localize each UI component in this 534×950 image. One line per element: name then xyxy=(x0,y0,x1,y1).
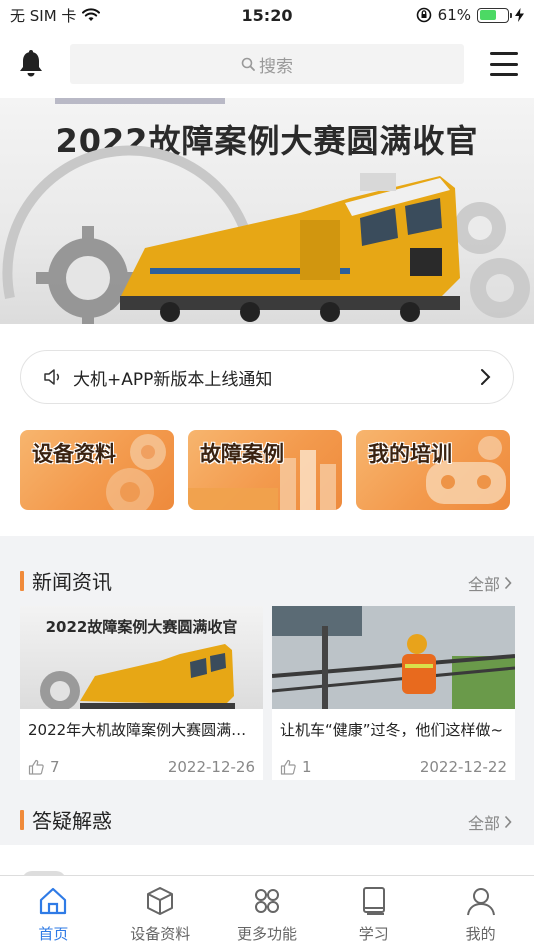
tab-label: 首页 xyxy=(38,925,69,943)
notice-bar[interactable]: 大机+APP新版本上线通知 xyxy=(20,350,514,404)
news-title: 2022年大机故障案例大赛圆满… xyxy=(28,721,247,739)
like-count: 7 xyxy=(50,758,60,776)
quick-entry-label: 故障案例 xyxy=(200,442,284,466)
news-date: 2022-12-22 xyxy=(419,758,507,776)
bottom-tab-bar: 首页 设备资料 更多功能 学习 我的 xyxy=(0,875,534,950)
notice-text: 大机+APP新版本上线通知 xyxy=(73,369,273,390)
chevron-right-icon xyxy=(504,576,512,590)
news-meta: 1 2022-12-22 xyxy=(280,758,507,776)
wifi-icon xyxy=(82,8,101,21)
news-section-title: 新闻资讯 xyxy=(20,566,112,595)
search-placeholder: 搜索 xyxy=(259,56,293,77)
tab-label: 我的 xyxy=(465,925,496,943)
quick-entry-label: 设备资料 xyxy=(32,442,116,466)
news-more-link[interactable]: 全部 xyxy=(468,571,512,595)
search-icon xyxy=(241,57,255,71)
thumbs-up-icon xyxy=(280,759,296,775)
cube-icon xyxy=(147,887,174,915)
grid-icon xyxy=(254,889,279,913)
search-input[interactable]: 搜索 xyxy=(70,44,464,84)
news-thumbnail: 2022故障案例大赛圆满收官 xyxy=(20,606,263,709)
quick-entry-fault-cases[interactable]: 故障案例 xyxy=(188,430,342,510)
news-card[interactable]: 2022故障案例大赛圆满收官 2022年大机故障案例大赛圆满… 7 2022-1… xyxy=(20,606,263,780)
section-accent-bar xyxy=(20,570,24,591)
qa-list xyxy=(0,845,534,881)
news-more-label: 全部 xyxy=(467,575,500,594)
carrier-label: 无 SIM 卡 xyxy=(10,6,77,25)
quick-entry-my-training[interactable]: 我的培训 xyxy=(356,430,510,510)
status-time: 15:20 xyxy=(241,5,293,25)
tab-device-docs[interactable]: 设备资料 xyxy=(107,876,214,950)
battery-fill xyxy=(479,10,496,20)
user-icon xyxy=(466,888,495,916)
news-meta: 7 2022-12-26 xyxy=(28,758,255,776)
news-title: 让机车“健康”过冬，他们这样做~ xyxy=(280,721,504,739)
tab-label: 设备资料 xyxy=(130,925,191,943)
tab-mine[interactable]: 我的 xyxy=(427,876,534,950)
header: 搜索 xyxy=(0,30,534,98)
orientation-lock-icon xyxy=(416,7,431,23)
qa-section-title: 答疑解惑 xyxy=(20,805,112,834)
status-bar: 无 SIM 卡 15:20 61% xyxy=(0,0,534,30)
news-date: 2022-12-26 xyxy=(167,758,255,776)
battery-percent: 61% xyxy=(437,6,471,24)
like-count: 1 xyxy=(302,758,312,776)
charging-bolt-icon xyxy=(515,8,524,22)
book-icon xyxy=(362,887,385,915)
tab-study[interactable]: 学习 xyxy=(320,876,427,950)
battery-icon xyxy=(477,7,512,23)
like-counter[interactable]: 7 xyxy=(28,758,60,776)
quick-entry-device-docs[interactable]: 设备资料 xyxy=(20,430,174,510)
banner-carousel[interactable]: 2022故障案例大赛圆满收官 xyxy=(0,98,534,324)
status-right: 61% xyxy=(324,6,524,24)
banner-illustration xyxy=(2,145,530,324)
menu-icon[interactable] xyxy=(490,52,518,76)
tab-home[interactable]: 首页 xyxy=(0,876,107,950)
section-accent-bar xyxy=(20,809,24,830)
news-section-label: 新闻资讯 xyxy=(32,570,112,594)
notification-bell-icon[interactable] xyxy=(16,49,46,79)
tab-label: 学习 xyxy=(358,925,389,943)
speaker-icon xyxy=(44,369,60,385)
quick-entry-label: 我的培训 xyxy=(368,442,452,466)
chevron-right-icon xyxy=(504,815,512,829)
like-counter[interactable]: 1 xyxy=(280,758,312,776)
qa-section-label: 答疑解惑 xyxy=(32,809,112,833)
news-card[interactable]: 让机车“健康”过冬，他们这样做~ 1 2022-12-22 xyxy=(272,606,515,780)
news-thumbnail xyxy=(272,606,515,709)
tab-more-functions[interactable]: 更多功能 xyxy=(214,876,321,950)
status-left: 无 SIM 卡 xyxy=(10,5,210,26)
qa-more-label: 全部 xyxy=(467,814,500,833)
tab-label: 更多功能 xyxy=(236,925,297,943)
qa-more-link[interactable]: 全部 xyxy=(468,810,512,834)
thumbs-up-icon xyxy=(28,759,44,775)
home-icon xyxy=(40,887,67,915)
chevron-right-icon xyxy=(481,369,491,385)
